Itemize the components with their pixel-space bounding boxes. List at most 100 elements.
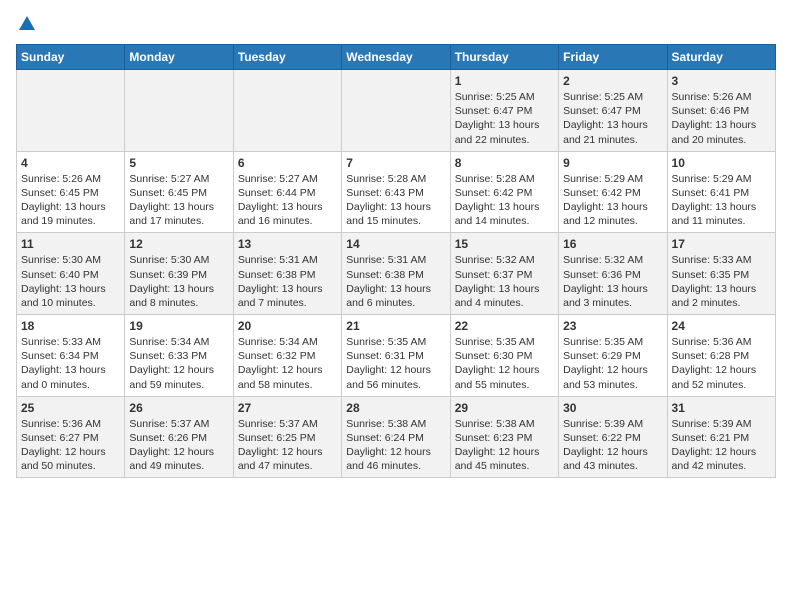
cell-content: Sunrise: 5:33 AM Sunset: 6:35 PM Dayligh… xyxy=(672,253,771,310)
cell-content: Sunrise: 5:36 AM Sunset: 6:28 PM Dayligh… xyxy=(672,335,771,392)
calendar-cell: 29Sunrise: 5:38 AM Sunset: 6:23 PM Dayli… xyxy=(450,396,558,478)
cell-content: Sunrise: 5:31 AM Sunset: 6:38 PM Dayligh… xyxy=(238,253,337,310)
header-thursday: Thursday xyxy=(450,45,558,70)
cell-content: Sunrise: 5:35 AM Sunset: 6:30 PM Dayligh… xyxy=(455,335,554,392)
day-number: 1 xyxy=(455,74,554,88)
day-number: 27 xyxy=(238,401,337,415)
cell-content: Sunrise: 5:35 AM Sunset: 6:29 PM Dayligh… xyxy=(563,335,662,392)
day-number: 17 xyxy=(672,237,771,251)
day-number: 25 xyxy=(21,401,120,415)
cell-content: Sunrise: 5:27 AM Sunset: 6:45 PM Dayligh… xyxy=(129,172,228,229)
day-number: 19 xyxy=(129,319,228,333)
cell-content: Sunrise: 5:26 AM Sunset: 6:45 PM Dayligh… xyxy=(21,172,120,229)
calendar-cell: 15 Sunrise: 5:32 AM Sunset: 6:37 PM Dayli… xyxy=(450,233,558,315)
calendar-cell: 16 Sunrise: 5:32 AM Sunset: 6:36 PM Dayli… xyxy=(559,233,667,315)
day-number: 21 xyxy=(346,319,445,333)
calendar-cell: 4 Sunrise: 5:26 AM Sunset: 6:45 PM Daylig… xyxy=(17,151,125,233)
calendar-cell: 14 Sunrise: 5:31 AM Sunset: 6:38 PM Dayli… xyxy=(342,233,450,315)
header-sunday: Sunday xyxy=(17,45,125,70)
calendar-cell: 31 Sunrise: 5:39 AM Sunset: 6:21 PM Dayli… xyxy=(667,396,775,478)
page-header xyxy=(16,16,776,32)
calendar-cell: 25 Sunrise: 5:36 AM Sunset: 6:27 PM Dayli… xyxy=(17,396,125,478)
day-number: 3 xyxy=(672,74,771,88)
cell-content: Sunrise: 5:38 AM Sunset: 6:23 PM Dayligh… xyxy=(455,417,554,474)
day-number: 31 xyxy=(672,401,771,415)
day-number: 23 xyxy=(563,319,662,333)
cell-content: Sunrise: 5:28 AM Sunset: 6:43 PM Dayligh… xyxy=(346,172,445,229)
cell-content: Sunrise: 5:32 AM Sunset: 6:36 PM Dayligh… xyxy=(563,253,662,310)
calendar-cell: 3Sunrise: 5:26 AM Sunset: 6:46 PM Daylig… xyxy=(667,70,775,152)
calendar-cell: 28 Sunrise: 5:38 AM Sunset: 6:24 PM Dayli… xyxy=(342,396,450,478)
day-number: 2 xyxy=(563,74,662,88)
cell-content: Sunrise: 5:37 AM Sunset: 6:25 PM Dayligh… xyxy=(238,417,337,474)
day-number: 24 xyxy=(672,319,771,333)
calendar-cell: 30 Sunrise: 5:39 AM Sunset: 6:22 PM Dayli… xyxy=(559,396,667,478)
calendar-cell: 13 Sunrise: 5:31 AM Sunset: 6:38 PM Dayli… xyxy=(233,233,341,315)
week-row-1: 1Sunrise: 5:25 AM Sunset: 6:47 PM Daylig… xyxy=(17,70,776,152)
calendar-cell: 26Sunrise: 5:37 AM Sunset: 6:26 PM Dayli… xyxy=(125,396,233,478)
calendar-cell: 22 Sunrise: 5:35 AM Sunset: 6:30 PM Dayli… xyxy=(450,315,558,397)
calendar-cell: 23 Sunrise: 5:35 AM Sunset: 6:29 PM Dayli… xyxy=(559,315,667,397)
day-number: 6 xyxy=(238,156,337,170)
cell-content: Sunrise: 5:36 AM Sunset: 6:27 PM Dayligh… xyxy=(21,417,120,474)
day-number: 7 xyxy=(346,156,445,170)
calendar-cell: 6 Sunrise: 5:27 AM Sunset: 6:44 PM Daylig… xyxy=(233,151,341,233)
calendar-cell: 10 Sunrise: 5:29 AM Sunset: 6:41 PM Dayli… xyxy=(667,151,775,233)
calendar-cell xyxy=(17,70,125,152)
calendar-cell: 12 Sunrise: 5:30 AM Sunset: 6:39 PM Dayli… xyxy=(125,233,233,315)
day-number: 20 xyxy=(238,319,337,333)
calendar-cell: 1Sunrise: 5:25 AM Sunset: 6:47 PM Daylig… xyxy=(450,70,558,152)
cell-content: Sunrise: 5:39 AM Sunset: 6:22 PM Dayligh… xyxy=(563,417,662,474)
header-monday: Monday xyxy=(125,45,233,70)
calendar-cell: 9 Sunrise: 5:29 AM Sunset: 6:42 PM Daylig… xyxy=(559,151,667,233)
calendar-cell: 19 Sunrise: 5:34 AM Sunset: 6:33 PM Dayli… xyxy=(125,315,233,397)
calendar-cell: 8 Sunrise: 5:28 AM Sunset: 6:42 PM Daylig… xyxy=(450,151,558,233)
week-row-3: 11Sunrise: 5:30 AM Sunset: 6:40 PM Dayli… xyxy=(17,233,776,315)
calendar-cell: 21 Sunrise: 5:35 AM Sunset: 6:31 PM Dayli… xyxy=(342,315,450,397)
logo xyxy=(16,16,35,32)
cell-content: Sunrise: 5:39 AM Sunset: 6:21 PM Dayligh… xyxy=(672,417,771,474)
calendar-cell: 11Sunrise: 5:30 AM Sunset: 6:40 PM Dayli… xyxy=(17,233,125,315)
cell-content: Sunrise: 5:28 AM Sunset: 6:42 PM Dayligh… xyxy=(455,172,554,229)
calendar-cell xyxy=(342,70,450,152)
day-number: 13 xyxy=(238,237,337,251)
day-number: 5 xyxy=(129,156,228,170)
day-number: 18 xyxy=(21,319,120,333)
header-saturday: Saturday xyxy=(667,45,775,70)
day-number: 15 xyxy=(455,237,554,251)
calendar-header-row: SundayMondayTuesdayWednesdayThursdayFrid… xyxy=(17,45,776,70)
day-number: 30 xyxy=(563,401,662,415)
cell-content: Sunrise: 5:33 AM Sunset: 6:34 PM Dayligh… xyxy=(21,335,120,392)
day-number: 28 xyxy=(346,401,445,415)
header-tuesday: Tuesday xyxy=(233,45,341,70)
cell-content: Sunrise: 5:30 AM Sunset: 6:39 PM Dayligh… xyxy=(129,253,228,310)
day-number: 14 xyxy=(346,237,445,251)
day-number: 10 xyxy=(672,156,771,170)
cell-content: Sunrise: 5:29 AM Sunset: 6:41 PM Dayligh… xyxy=(672,172,771,229)
calendar-cell xyxy=(125,70,233,152)
calendar-cell: 18 Sunrise: 5:33 AM Sunset: 6:34 PM Dayli… xyxy=(17,315,125,397)
calendar-cell xyxy=(233,70,341,152)
cell-content: Sunrise: 5:32 AM Sunset: 6:37 PM Dayligh… xyxy=(455,253,554,310)
calendar-cell: 20Sunrise: 5:34 AM Sunset: 6:32 PM Dayli… xyxy=(233,315,341,397)
week-row-4: 18 Sunrise: 5:33 AM Sunset: 6:34 PM Dayli… xyxy=(17,315,776,397)
cell-content: Sunrise: 5:35 AM Sunset: 6:31 PM Dayligh… xyxy=(346,335,445,392)
week-row-5: 25 Sunrise: 5:36 AM Sunset: 6:27 PM Dayli… xyxy=(17,396,776,478)
cell-content: Sunrise: 5:29 AM Sunset: 6:42 PM Dayligh… xyxy=(563,172,662,229)
cell-content: Sunrise: 5:30 AM Sunset: 6:40 PM Dayligh… xyxy=(21,253,120,310)
cell-content: Sunrise: 5:27 AM Sunset: 6:44 PM Dayligh… xyxy=(238,172,337,229)
calendar-cell: 24 Sunrise: 5:36 AM Sunset: 6:28 PM Dayli… xyxy=(667,315,775,397)
day-number: 16 xyxy=(563,237,662,251)
cell-content: Sunrise: 5:38 AM Sunset: 6:24 PM Dayligh… xyxy=(346,417,445,474)
cell-content: Sunrise: 5:34 AM Sunset: 6:33 PM Dayligh… xyxy=(129,335,228,392)
header-friday: Friday xyxy=(559,45,667,70)
day-number: 9 xyxy=(563,156,662,170)
day-number: 8 xyxy=(455,156,554,170)
calendar-cell: 27 Sunrise: 5:37 AM Sunset: 6:25 PM Dayli… xyxy=(233,396,341,478)
day-number: 22 xyxy=(455,319,554,333)
cell-content: Sunrise: 5:31 AM Sunset: 6:38 PM Dayligh… xyxy=(346,253,445,310)
header-wednesday: Wednesday xyxy=(342,45,450,70)
day-number: 4 xyxy=(21,156,120,170)
day-number: 26 xyxy=(129,401,228,415)
day-number: 12 xyxy=(129,237,228,251)
